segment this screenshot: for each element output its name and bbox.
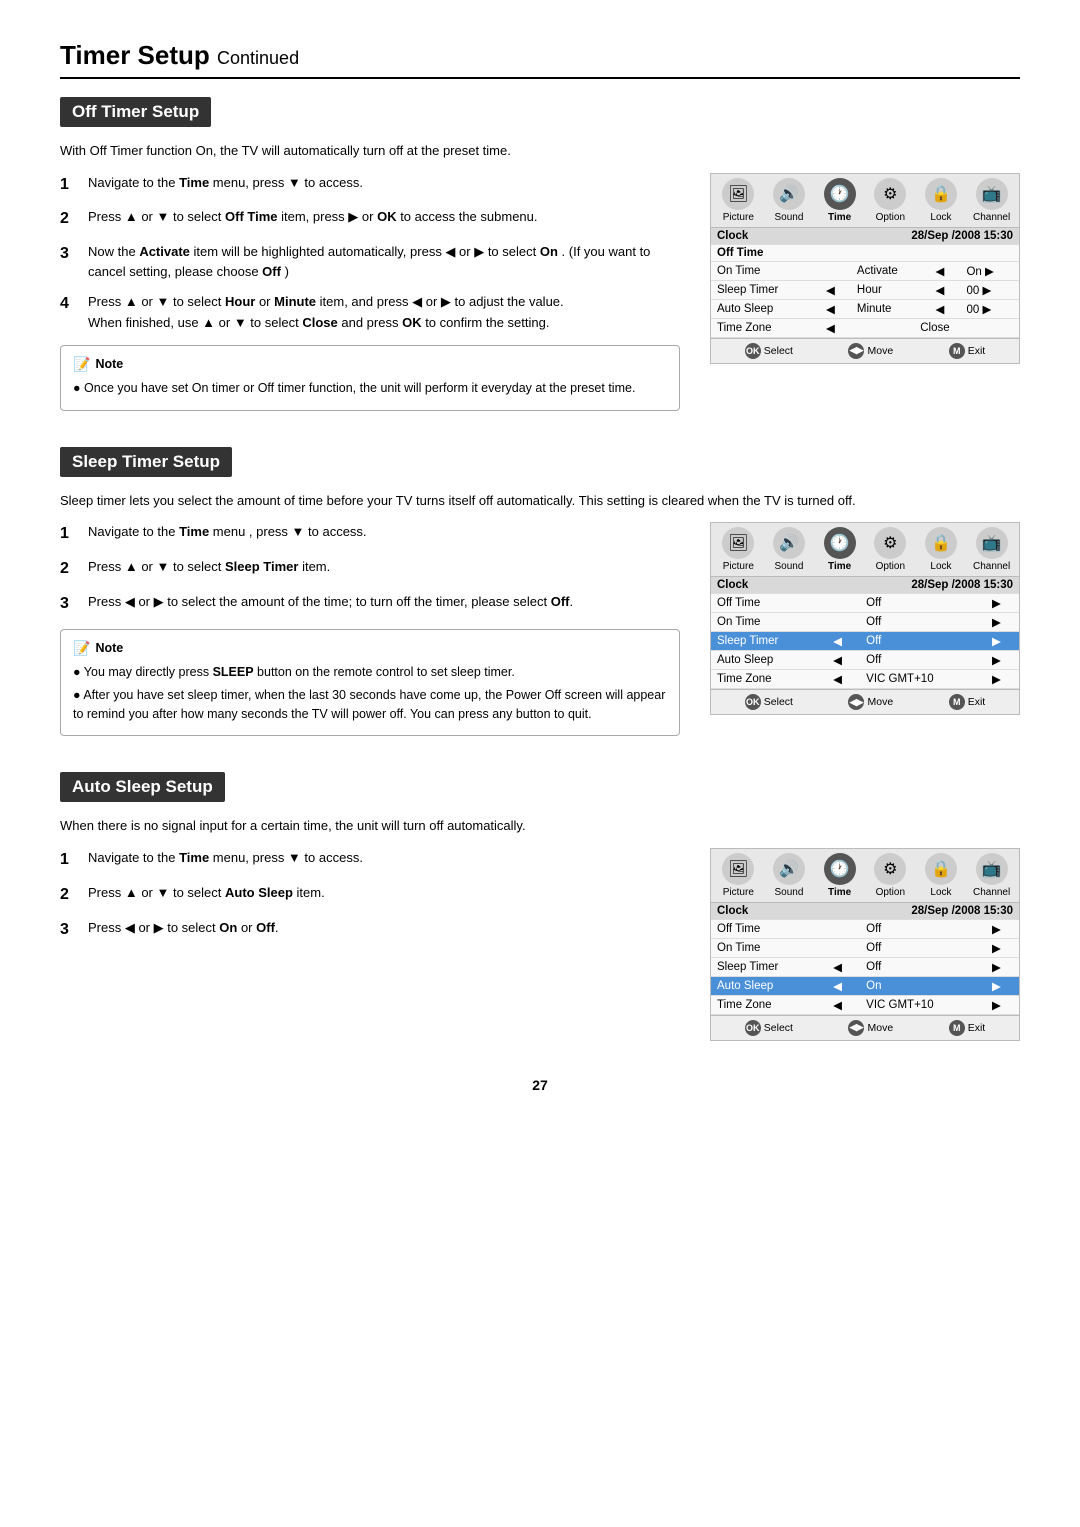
off-timer-menu-table: Clock 28/Sep /2008 15:30 Off Time On Tim… [711,228,1019,338]
page-title: Timer Setup Continued [60,40,1020,79]
off-timer-section: Off Timer Setup With Off Timer function … [60,97,1020,411]
icon-option: ⚙ Option [868,178,912,223]
auto-sleep-title: Auto Sleep Setup [60,772,225,802]
off-timer-menu-ui: 🖼 Picture 🔊 Sound 🕐 Time ⚙ Option 🔒 [710,173,1020,364]
sleep-step-3: 3 Press ◀ or ▶ to select the amount of t… [60,592,680,617]
auto-sleep-menu-table: Clock 28/Sep /2008 15:30 Off Time Off ▶ … [711,903,1019,1015]
off-timer-intro: With Off Timer function On, the TV will … [60,141,1020,161]
sleep-menu-header: Clock 28/Sep /2008 15:30 [711,577,1019,594]
auto-sleep-timer: Sleep Timer ◀ Off ▶ [711,957,1019,976]
sleep-icon-lock: 🔒 Lock [919,527,963,572]
sleep-step-2: 2 Press ▲ or ▼ to select Sleep Timer ite… [60,557,680,582]
sleep-icon-channel: 📺 Channel [970,527,1014,572]
icon-picture: 🖼 Picture [716,178,760,223]
menu-header: Clock 28/Sep /2008 15:30 [711,228,1019,245]
off-timer-steps: 1 Navigate to the Time menu, press ▼ to … [60,173,680,411]
auto-menu-header: Clock 28/Sep /2008 15:30 [711,903,1019,920]
sleep-sleep-timer: Sleep Timer ◀ Off ▶ [711,632,1019,651]
sleep-timer-menu-ui: 🖼 Picture 🔊 Sound 🕐 Time ⚙ Option 🔒 [710,522,1020,715]
icon-sound: 🔊 Sound [767,178,811,223]
auto-auto-sleep: Auto Sleep ◀ On ▶ [711,976,1019,995]
step-2: 2 Press ▲ or ▼ to select Off Time item, … [60,207,680,232]
off-timer-title: Off Timer Setup [60,97,211,127]
menu-footer: OK Select ◀▶ Move M Exit [711,338,1019,363]
auto-on-time: On Time Off ▶ [711,938,1019,957]
auto-icon-option: ⚙ Option [868,853,912,898]
auto-step-3: 3 Press ◀ or ▶ to select On or Off. [60,918,680,943]
auto-step-2: 2 Press ▲ or ▼ to select Auto Sleep item… [60,883,680,908]
step-1: 1 Navigate to the Time menu, press ▼ to … [60,173,680,198]
sleep-off-time: Off Time Off ▶ [711,594,1019,613]
sleep-timer-menu-table: Clock 28/Sep /2008 15:30 Off Time Off ▶ … [711,577,1019,689]
auto-menu-icons-row: 🖼 Picture 🔊 Sound 🕐 Time ⚙ Option 🔒 [711,849,1019,903]
auto-icon-channel: 📺 Channel [970,853,1014,898]
sleep-icon-option: ⚙ Option [868,527,912,572]
auto-time-zone: Time Zone ◀ VIC GMT+10 ▶ [711,995,1019,1014]
sleep-step-1: 1 Navigate to the Time menu , press ▼ to… [60,522,680,547]
auto-off-time: Off Time Off ▶ [711,919,1019,938]
sleep-time-zone: Time Zone ◀ VIC GMT+10 ▶ [711,670,1019,689]
off-timer-note: 📝 Note ● Once you have set On timer or O… [60,345,680,411]
sleep-menu-footer: OK Select ◀▶ Move M Exit [711,689,1019,714]
auto-sleep-content: 1 Navigate to the Time menu, press ▼ to … [60,848,1020,1041]
sleep-timer-note: 📝 Note ● You may directly press SLEEP bu… [60,629,680,737]
auto-sleep-intro: When there is no signal input for a cert… [60,816,1020,836]
menu-off-time-label: Off Time [711,244,1019,261]
auto-sleep-menu-ui: 🖼 Picture 🔊 Sound 🕐 Time ⚙ Option 🔒 [710,848,1020,1041]
off-timer-content: 1 Navigate to the Time menu, press ▼ to … [60,173,1020,411]
sleep-timer-title: Sleep Timer Setup [60,447,232,477]
menu-on-time: On Time Activate ◀ On ▶ [711,261,1019,280]
menu-close: Time Zone ◀ Close [711,318,1019,337]
icon-channel: 📺 Channel [970,178,1014,223]
sleep-on-time: On Time Off ▶ [711,613,1019,632]
page-number: 27 [60,1077,1020,1093]
sleep-icon-picture: 🖼 Picture [716,527,760,572]
menu-hour: Sleep Timer ◀ Hour ◀ 00 ▶ [711,280,1019,299]
auto-step-1: 1 Navigate to the Time menu, press ▼ to … [60,848,680,873]
sleep-menu-icons-row: 🖼 Picture 🔊 Sound 🕐 Time ⚙ Option 🔒 [711,523,1019,577]
sleep-timer-content: 1 Navigate to the Time menu , press ▼ to… [60,522,1020,736]
sleep-icon-time: 🕐 Time [818,527,862,572]
icon-lock: 🔒 Lock [919,178,963,223]
auto-icon-picture: 🖼 Picture [716,853,760,898]
auto-sleep-section: Auto Sleep Setup When there is no signal… [60,772,1020,1041]
auto-icon-sound: 🔊 Sound [767,853,811,898]
auto-icon-time: 🕐 Time [818,853,862,898]
sleep-icon-sound: 🔊 Sound [767,527,811,572]
sleep-timer-section: Sleep Timer Setup Sleep timer lets you s… [60,447,1020,737]
sleep-timer-intro: Sleep timer lets you select the amount o… [60,491,1020,511]
menu-icons-row: 🖼 Picture 🔊 Sound 🕐 Time ⚙ Option 🔒 [711,174,1019,228]
auto-menu-footer: OK Select ◀▶ Move M Exit [711,1015,1019,1040]
auto-sleep-steps: 1 Navigate to the Time menu, press ▼ to … [60,848,680,952]
sleep-timer-steps: 1 Navigate to the Time menu , press ▼ to… [60,522,680,736]
step-3: 3 Now the Activate item will be highligh… [60,242,680,282]
auto-icon-lock: 🔒 Lock [919,853,963,898]
sleep-auto-sleep: Auto Sleep ◀ Off ▶ [711,651,1019,670]
menu-minute: Auto Sleep ◀ Minute ◀ 00 ▶ [711,299,1019,318]
icon-time: 🕐 Time [818,178,862,223]
step-4: 4 Press ▲ or ▼ to select Hour or Minute … [60,292,680,332]
